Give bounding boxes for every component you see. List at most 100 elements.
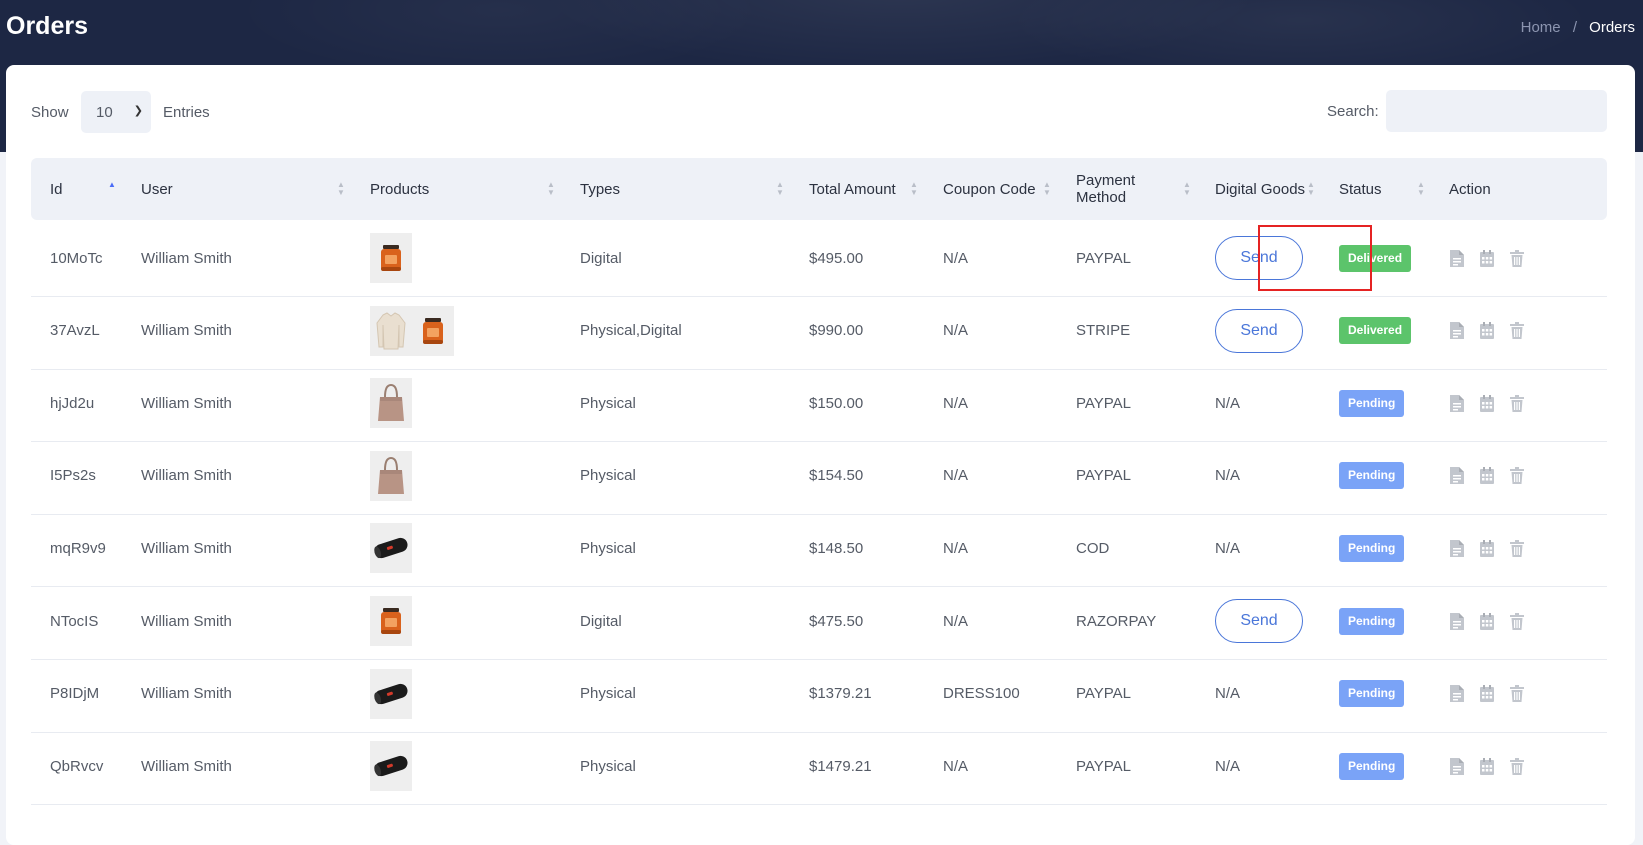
order-id: 37AvzL: [50, 322, 100, 340]
digital-goods-value: N/A: [1215, 394, 1241, 412]
sort-icon[interactable]: ▲ ▼: [1043, 181, 1051, 197]
order-id: NTocIS: [50, 612, 99, 630]
sort-icon[interactable]: ▲ ▼: [776, 181, 784, 197]
column-header-types[interactable]: Types: [580, 158, 620, 220]
invoice-icon[interactable]: [1449, 321, 1465, 340]
calendar-icon[interactable]: [1479, 321, 1495, 340]
order-total-amount: $150.00: [809, 394, 864, 412]
order-coupon-code: N/A: [943, 322, 969, 340]
product-thumbnail-speaker[interactable]: [370, 741, 412, 792]
calendar-icon[interactable]: [1479, 394, 1495, 413]
column-header-products[interactable]: Products: [370, 158, 429, 220]
calendar-icon[interactable]: [1479, 249, 1495, 268]
trash-icon[interactable]: [1509, 321, 1525, 340]
order-coupon-code: N/A: [943, 467, 969, 485]
entries-per-page-value: 10: [96, 104, 113, 121]
table-row: 10MoTc William Smith Digital $495.00 N/A PAYP…: [31, 220, 1607, 297]
order-payment-method: STRIPE: [1076, 322, 1131, 340]
status-badge: Pending: [1339, 389, 1405, 417]
order-types: Physical: [580, 394, 636, 412]
order-types: Physical: [580, 539, 636, 557]
calendar-icon[interactable]: [1479, 539, 1495, 558]
digital-goods-value: N/A: [1215, 685, 1241, 703]
trash-icon[interactable]: [1509, 394, 1525, 413]
send-digital-goods-button[interactable]: Send: [1215, 308, 1303, 353]
product-thumbnail-tote-bag[interactable]: [370, 450, 412, 501]
column-header-id[interactable]: Id: [50, 158, 63, 220]
order-total-amount: $154.50: [809, 467, 864, 485]
sort-icon[interactable]: ▲ ▼: [910, 181, 918, 197]
column-header-coupon-code[interactable]: Coupon Code: [943, 158, 1036, 220]
order-total-amount: $148.50: [809, 539, 864, 557]
invoice-icon[interactable]: [1449, 684, 1465, 703]
order-coupon-code: N/A: [943, 757, 969, 775]
column-header-total-amount[interactable]: Total Amount: [809, 158, 896, 220]
product-thumbnail-candle[interactable]: [412, 305, 454, 356]
product-thumbnail-candle[interactable]: [370, 233, 412, 283]
action-icons: [1449, 394, 1525, 413]
calendar-icon[interactable]: [1479, 757, 1495, 776]
sort-icon[interactable]: ▲ ▼: [1307, 181, 1315, 197]
column-header-user[interactable]: User: [141, 158, 173, 220]
product-thumbnail-speaker[interactable]: [370, 668, 412, 719]
sort-icon[interactable]: ▲ ▼: [337, 181, 345, 197]
invoice-icon[interactable]: [1449, 757, 1465, 776]
trash-icon[interactable]: [1509, 249, 1525, 268]
table-row: QbRvcv William Smith Physical $1479.21 N/A PA…: [31, 728, 1607, 806]
invoice-icon[interactable]: [1449, 394, 1465, 413]
column-header-payment-method[interactable]: Payment Method: [1076, 158, 1135, 220]
column-header-status[interactable]: Status: [1339, 158, 1382, 220]
calendar-icon[interactable]: [1479, 612, 1495, 631]
invoice-icon[interactable]: [1449, 466, 1465, 485]
table-row: mqR9v9 William Smith Physical $148.50 N/A COD…: [31, 510, 1607, 588]
product-thumbnails: [370, 523, 412, 574]
order-user: William Smith: [141, 249, 232, 267]
calendar-icon[interactable]: [1479, 684, 1495, 703]
status-badge: Pending: [1339, 607, 1405, 635]
product-thumbnail-speaker[interactable]: [370, 523, 412, 574]
send-digital-goods-button[interactable]: Send: [1215, 599, 1303, 643]
order-total-amount: $990.00: [809, 322, 864, 340]
breadcrumb-separator: /: [1572, 19, 1577, 36]
order-products: [370, 656, 412, 732]
order-id: hjJd2u: [50, 394, 95, 412]
order-status: Pending: [1339, 365, 1405, 441]
order-products: [370, 583, 412, 659]
order-types: Digital: [580, 612, 622, 630]
trash-icon[interactable]: [1509, 684, 1525, 703]
product-thumbnails: [370, 305, 454, 356]
search-input[interactable]: [1386, 90, 1607, 132]
digital-goods-value: N/A: [1215, 757, 1241, 775]
order-total-amount: $1479.21: [809, 757, 872, 775]
trash-icon[interactable]: [1509, 466, 1525, 485]
column-header-digital-goods[interactable]: Digital Goods: [1215, 158, 1305, 220]
order-actions: [1449, 728, 1525, 804]
order-total-amount: $495.00: [809, 249, 864, 267]
invoice-icon[interactable]: [1449, 249, 1465, 268]
trash-icon[interactable]: [1509, 539, 1525, 558]
order-status: Delivered: [1339, 293, 1412, 369]
highlight-box: [1258, 225, 1372, 291]
entries-per-page-select[interactable]: 10 ❯: [81, 91, 151, 133]
product-thumbnail-tote-bag[interactable]: [370, 378, 412, 429]
product-thumbnail-candle[interactable]: [370, 596, 412, 646]
product-thumbnail-sweater[interactable]: [370, 305, 412, 356]
sort-icon[interactable]: ▲ ▼: [547, 181, 555, 197]
order-status: Pending: [1339, 656, 1405, 732]
sort-icon[interactable]: ▲ ▼: [1183, 181, 1191, 197]
show-label: Show: [31, 104, 69, 121]
invoice-icon[interactable]: [1449, 539, 1465, 558]
invoice-icon[interactable]: [1449, 612, 1465, 631]
trash-icon[interactable]: [1509, 612, 1525, 631]
breadcrumb-home-link[interactable]: Home: [1521, 19, 1561, 36]
sort-icon[interactable]: ▲: [108, 181, 116, 189]
trash-icon[interactable]: [1509, 757, 1525, 776]
order-coupon-code: DRESS100: [943, 685, 1020, 703]
sort-icon[interactable]: ▲ ▼: [1417, 181, 1425, 197]
page-title: Orders: [6, 12, 88, 40]
order-payment-method: PAYPAL: [1076, 757, 1132, 775]
order-payment-method: PAYPAL: [1076, 685, 1132, 703]
order-products: [370, 293, 454, 369]
calendar-icon[interactable]: [1479, 466, 1495, 485]
product-thumbnails: [370, 741, 412, 792]
